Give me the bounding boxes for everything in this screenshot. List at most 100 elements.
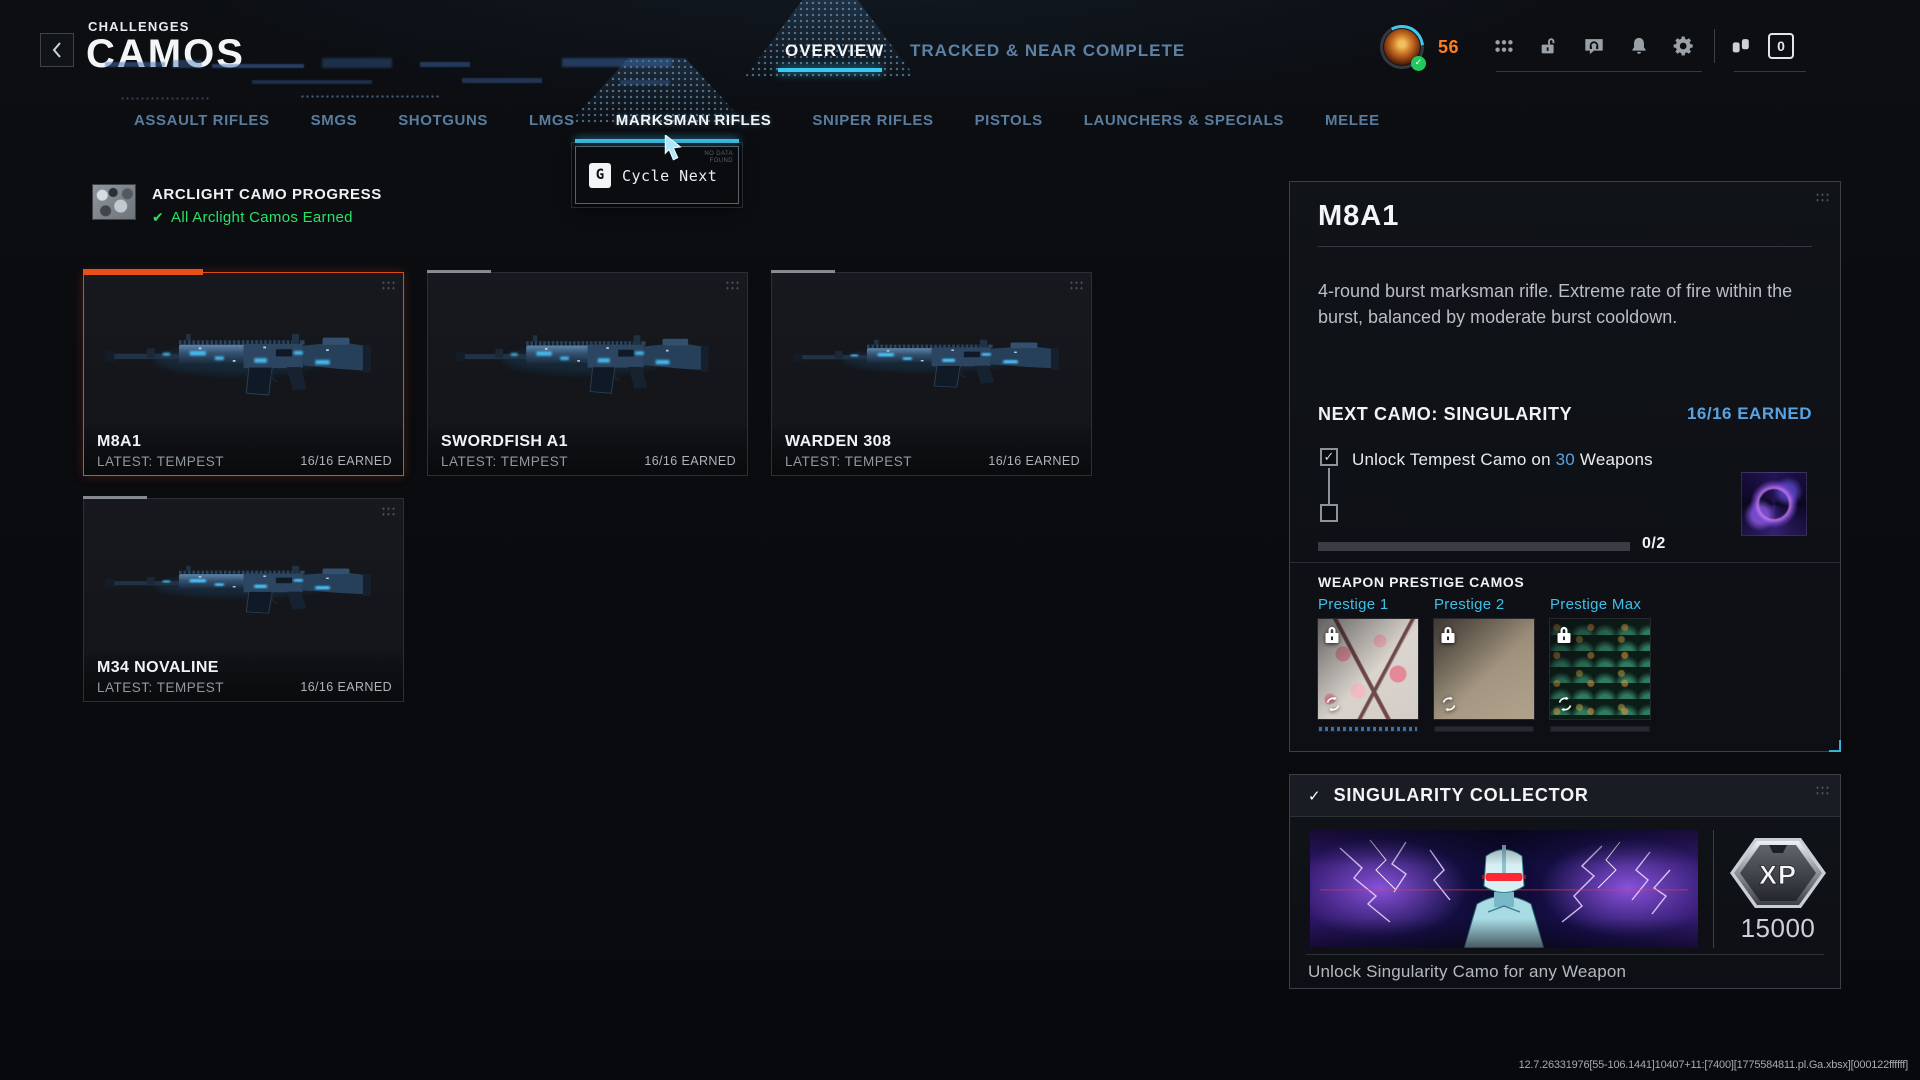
detail-weapon-title: M8A1 (1318, 200, 1399, 233)
xp-value: 15000 (1729, 913, 1827, 944)
tab-tracked-near-complete[interactable]: TRACKED & NEAR COMPLETE (910, 41, 1185, 61)
tab-shotguns[interactable]: SHOTGUNS (398, 112, 488, 129)
weapon-image (788, 309, 1075, 410)
unlocks-lock-icon[interactable] (1537, 34, 1561, 58)
drag-dots-icon (381, 280, 396, 291)
drag-dots-icon (725, 280, 740, 291)
weapon-image (100, 535, 387, 636)
check-icon: ✓ (1324, 450, 1335, 465)
divider (1318, 246, 1812, 247)
tab-pistols[interactable]: PISTOLS (975, 112, 1043, 129)
lock-icon (1555, 624, 1573, 645)
prestige-1-item[interactable]: Prestige 1 (1318, 596, 1418, 732)
prestige-max-swatch[interactable] (1550, 619, 1650, 719)
prestige-1-swatch[interactable] (1318, 619, 1418, 719)
tab-smgs[interactable]: SMGS (311, 112, 358, 129)
prestige-progress-bar (1434, 726, 1534, 732)
notifications-bell-icon[interactable] (1627, 34, 1651, 58)
collector-title: SINGULARITY COLLECTOR (1334, 785, 1589, 806)
keyboard-key-g: G (589, 163, 611, 188)
earned-count: 16/16 EARNED (644, 454, 736, 468)
drag-dots-icon (1815, 785, 1830, 796)
divider (1306, 954, 1824, 955)
challenge-checkbox-empty (1320, 504, 1338, 522)
glitch-decoration (620, 80, 670, 85)
apps-grid-icon[interactable] (1492, 34, 1516, 58)
earned-count: 16/16 EARNED (300, 680, 392, 694)
challenge-progress-bar (1318, 542, 1630, 551)
collector-description: Unlock Singularity Camo for any Weapon (1308, 962, 1626, 982)
singularity-collector-panel[interactable]: ✓ SINGULARITY COLLECTOR (1289, 774, 1841, 989)
card-corner-accent (83, 269, 203, 275)
weapon-description: 4-round burst marksman rifle. Extreme ra… (1318, 278, 1798, 330)
prestige-max-item[interactable]: Prestige Max (1550, 596, 1650, 732)
weapon-name: SWORDFISH A1 (441, 433, 568, 451)
header-underline (1734, 71, 1806, 72)
tab-lmgs[interactable]: LMGS (529, 112, 575, 129)
panel-corner-accent (1829, 740, 1841, 752)
weapon-category-tabs: ASSAULT RIFLES SMGS SHOTGUNS LMGS MARKSM… (134, 112, 1380, 129)
tab-overview[interactable]: OVERVIEW (785, 41, 884, 61)
weapon-name: M8A1 (97, 433, 141, 451)
cycle-icon (1555, 694, 1575, 714)
back-button[interactable] (40, 33, 74, 67)
weapon-image (451, 298, 724, 422)
glitch-decoration (322, 58, 392, 68)
glitch-decoration (420, 62, 470, 67)
online-status-check-icon: ✓ (1411, 56, 1426, 71)
header-underline (1496, 71, 1702, 72)
card-corner-accent (427, 270, 491, 273)
weapon-card-m8a1[interactable]: M8A1 LATEST: TEMPEST 16/16 EARNED (83, 272, 404, 476)
squad-icon[interactable] (1730, 35, 1754, 59)
glitch-decoration (562, 58, 672, 67)
drag-dots-icon (1815, 192, 1830, 203)
weapon-detail-panel: M8A1 4-round burst marksman rifle. Extre… (1289, 181, 1841, 752)
tab-assault-rifles[interactable]: ASSAULT RIFLES (134, 112, 270, 129)
earned-count: 16/16 EARNED (988, 454, 1080, 468)
tab-melee[interactable]: MELEE (1325, 112, 1380, 129)
weapon-name: M34 NOVALINE (97, 659, 219, 677)
player-avatar[interactable]: ✓ (1380, 25, 1424, 69)
earned-count: 16/16 EARNED (300, 454, 392, 468)
challenge-suffix: Weapons (1575, 450, 1653, 469)
challenge-progress-label: 0/2 (1642, 535, 1666, 553)
glitch-decoration (120, 96, 210, 101)
prestige-label: Prestige Max (1550, 596, 1650, 613)
camos-screen: CHALLENGES CAMOS OVERVIEW TRACKED & NEAR… (0, 0, 1920, 1080)
weapon-card-m34-novaline[interactable]: M34 NOVALINE LATEST: TEMPEST 16/16 EARNE… (83, 498, 404, 702)
prestige-progress-bar (1550, 726, 1650, 732)
drag-dots-icon (381, 506, 396, 517)
card-corner-accent (83, 496, 147, 499)
tab-launchers-specials[interactable]: LAUNCHERS & SPECIALS (1084, 112, 1284, 129)
prestige-2-item[interactable]: Prestige 2 (1434, 596, 1534, 732)
prestige-2-swatch[interactable] (1434, 619, 1534, 719)
settings-gear-icon[interactable] (1672, 34, 1696, 58)
arclight-progress-status: ✔All Arclight Camos Earned (152, 209, 353, 226)
tab-sniper-rifles[interactable]: SNIPER RIFLES (812, 112, 933, 129)
card-info: M34 NOVALINE LATEST: TEMPEST 16/16 EARNE… (84, 655, 403, 701)
card-info: WARDEN 308 LATEST: TEMPEST 16/16 EARNED (772, 429, 1091, 475)
singularity-banner-art (1310, 830, 1698, 948)
glitch-decoration (300, 94, 440, 99)
currency-counter[interactable]: 0 (1768, 33, 1794, 59)
tooltip-label: Cycle Next (622, 167, 717, 185)
prestige-label: Prestige 1 (1318, 596, 1418, 613)
latest-camo: LATEST: TEMPEST (97, 454, 224, 469)
tab-marksman-rifles[interactable]: MARKSMAN RIFLES (616, 112, 772, 129)
latest-camo: LATEST: TEMPEST (441, 454, 568, 469)
lock-icon (1323, 624, 1341, 645)
challenge-text: Unlock Tempest Camo on 30 Weapons (1352, 450, 1653, 470)
challenge-count: 30 (1556, 450, 1575, 469)
latest-camo: LATEST: TEMPEST (785, 454, 912, 469)
chat-support-icon[interactable] (1582, 34, 1606, 58)
divider (1713, 830, 1714, 948)
header-icon-bar (1492, 34, 1696, 58)
chevron-left-icon (51, 41, 63, 59)
mouse-cursor (664, 135, 686, 163)
weapon-card-swordfish-a1[interactable]: SWORDFISH A1 LATEST: TEMPEST 16/16 EARNE… (427, 272, 748, 476)
weapon-image (100, 295, 387, 425)
weapon-card-warden-308[interactable]: WARDEN 308 LATEST: TEMPEST 16/16 EARNED (771, 272, 1092, 476)
singularity-camo-swatch (1741, 472, 1807, 536)
tooltip-corner-note: NO DATA FOUND (695, 151, 733, 165)
marksman-tab-underline (575, 139, 739, 143)
